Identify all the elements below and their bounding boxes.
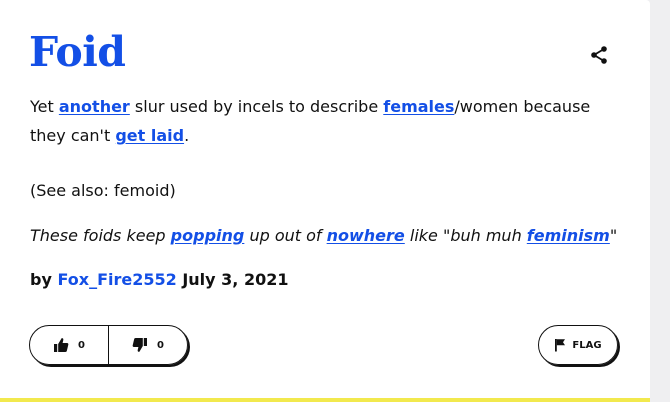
upvote-button[interactable]: 0 <box>30 326 109 364</box>
link-females[interactable]: females <box>383 97 454 116</box>
example-text: " <box>609 226 618 245</box>
by-label: by <box>30 270 52 289</box>
example-text: up out of <box>244 226 327 245</box>
downvote-button[interactable]: 0 <box>109 326 187 364</box>
flag-label: FLAG <box>572 339 602 351</box>
meaning-text: . <box>184 126 190 145</box>
share-button[interactable] <box>586 42 612 68</box>
author-link[interactable]: Fox_Fire2552 <box>57 270 176 289</box>
post-date: July 3, 2021 <box>182 270 289 289</box>
upvote-count: 0 <box>78 339 85 351</box>
example-text: These foids keep <box>30 226 171 245</box>
meaning-text: Yet <box>30 97 59 116</box>
link-feminism[interactable]: feminism <box>527 226 610 245</box>
link-popping[interactable]: popping <box>171 226 245 245</box>
share-icon <box>591 46 607 64</box>
link-another[interactable]: another <box>59 97 130 116</box>
definition-meaning: Yet another slur used by incels to descr… <box>30 92 630 150</box>
vote-buttons: 0 0 <box>29 325 188 365</box>
thumbs-down-icon <box>132 338 148 352</box>
definition-example: These foids keep popping up out of nowhe… <box>30 221 617 250</box>
contributor-line: by Fox_Fire2552 July 3, 2021 <box>30 265 288 294</box>
definition-card: Foid Yet another slur used by incels to … <box>0 0 650 402</box>
downvote-count: 0 <box>157 339 164 351</box>
see-also-text: (See also: femoid) <box>30 181 176 200</box>
word-title[interactable]: Foid <box>29 24 126 80</box>
thumbs-up-icon <box>54 338 69 352</box>
link-nowhere[interactable]: nowhere <box>327 226 405 245</box>
meaning-text: slur used by incels to describe <box>129 97 384 116</box>
flag-icon <box>555 339 566 352</box>
flag-button[interactable]: FLAG <box>538 325 618 365</box>
example-text: like "buh muh <box>404 226 527 245</box>
link-get-laid[interactable]: get laid <box>115 126 184 145</box>
